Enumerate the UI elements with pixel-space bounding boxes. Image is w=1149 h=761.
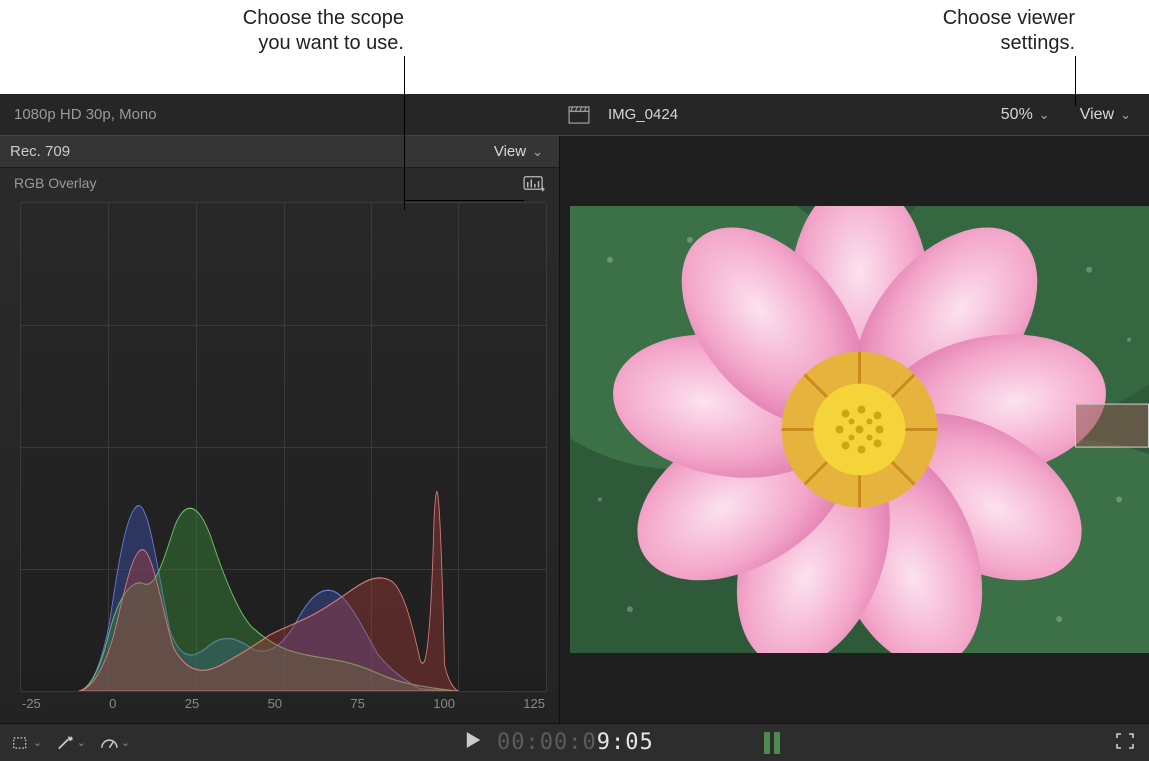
zoom-dropdown[interactable]: 50% ⌄	[995, 102, 1056, 128]
zoom-value: 50%	[1001, 106, 1033, 124]
preview-image	[570, 206, 1149, 653]
callout-viewer-settings: Choose viewer settings.	[943, 6, 1075, 56]
view-label: View	[1080, 106, 1114, 124]
histogram-container: -25 0 25 50 75 100 125	[0, 194, 559, 723]
viewer-topbar: 1080p HD 30p, Mono IMG_0424 50% ⌄	[0, 94, 1149, 136]
callout-text: you want to use.	[243, 31, 404, 56]
clip-name: IMG_0424	[608, 106, 678, 123]
chevron-down-icon: ⌄	[1039, 107, 1050, 123]
leader-line	[404, 56, 405, 94]
topbar-right: IMG_0424 50% ⌄ View ⌄	[560, 102, 1149, 128]
format-label: 1080p HD 30p, Mono	[14, 106, 157, 123]
leader-line	[1075, 56, 1076, 94]
timecode-display: 00:00:09:05	[465, 730, 654, 755]
play-button[interactable]	[465, 730, 481, 755]
callout-text: settings.	[943, 31, 1075, 56]
color-space-label: Rec. 709	[10, 143, 70, 160]
histogram-plot	[20, 202, 547, 692]
audio-meter	[764, 732, 780, 754]
scope-settings-icon[interactable]	[523, 174, 545, 192]
axis-tick: 100	[433, 696, 455, 711]
transport-bar: ⌄ ⌄ ⌄ 00:00:09:05	[0, 723, 1149, 761]
axis-tick: -25	[22, 696, 41, 711]
callout-scope: Choose the scope you want to use.	[243, 6, 404, 56]
transform-tool-button[interactable]: ⌄	[12, 731, 42, 755]
scopes-header: Rec. 709 View ⌄	[0, 136, 559, 168]
viewer-pane	[560, 136, 1149, 723]
leader-line	[404, 94, 405, 166]
chevron-down-icon: ⌄	[1120, 107, 1131, 123]
timecode-dim: 00:00:0	[497, 730, 597, 755]
topbar-left: 1080p HD 30p, Mono	[0, 106, 560, 123]
retime-tool-button[interactable]: ⌄	[100, 731, 130, 755]
scopes-view-dropdown[interactable]: View ⌄	[488, 139, 549, 164]
scope-mode-label: RGB Overlay	[14, 175, 96, 191]
axis-tick: 50	[268, 696, 282, 711]
leader-line	[404, 200, 524, 201]
viewer-view-dropdown[interactable]: View ⌄	[1074, 102, 1137, 128]
callout-text: Choose the scope	[243, 6, 404, 31]
app-window: 1080p HD 30p, Mono IMG_0424 50% ⌄	[0, 94, 1149, 761]
scopes-pane: Rec. 709 View ⌄ RGB Overlay	[0, 136, 560, 723]
axis-tick: 25	[185, 696, 199, 711]
main-body: Rec. 709 View ⌄ RGB Overlay	[0, 136, 1149, 723]
viewer-canvas[interactable]	[560, 136, 1149, 723]
view-label: View	[494, 143, 526, 160]
leader-line	[404, 166, 405, 210]
histogram-axis: -25 0 25 50 75 100 125	[20, 692, 547, 719]
annotation-area: Choose the scope you want to use. Choose…	[0, 0, 1149, 94]
axis-tick: 0	[109, 696, 116, 711]
picture-in-picture-chip[interactable]	[1075, 403, 1149, 447]
chevron-down-icon: ⌄	[532, 144, 543, 160]
axis-tick: 125	[523, 696, 545, 711]
axis-tick: 75	[350, 696, 364, 711]
enhance-tool-button[interactable]: ⌄	[56, 731, 86, 755]
fullscreen-button[interactable]	[1115, 732, 1135, 753]
timecode-bright: 9:05	[597, 730, 654, 755]
scopes-subheader: RGB Overlay	[0, 168, 559, 194]
callout-text: Choose viewer	[943, 6, 1075, 31]
leader-line	[1075, 94, 1076, 106]
histogram-waveform	[21, 374, 546, 691]
clapperboard-icon	[566, 105, 592, 125]
